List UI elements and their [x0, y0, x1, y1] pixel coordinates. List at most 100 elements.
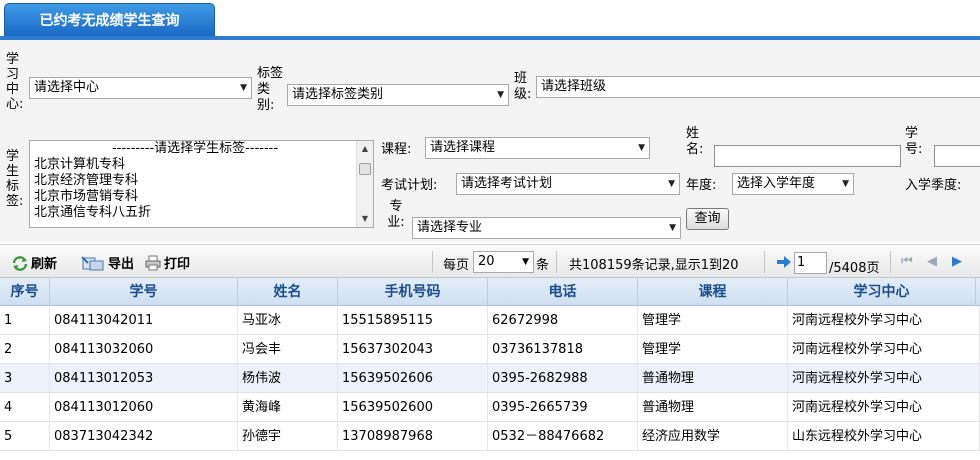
toolbar-divider: [432, 251, 433, 273]
column-header-mobile[interactable]: 手机号码: [338, 278, 488, 306]
cell-student-no: 084113012053: [50, 364, 238, 393]
scroll-thumb[interactable]: [359, 163, 371, 175]
cell-student-no: 084113042011: [50, 306, 238, 335]
cell-index: 1: [0, 306, 50, 335]
first-page-icon[interactable]: ⏮: [901, 254, 913, 269]
student-tag-option[interactable]: 北京通信专科八五折: [30, 205, 373, 221]
cell-mobile: 15639502600: [338, 393, 488, 422]
cell-course: 普通物理: [638, 364, 788, 393]
scroll-up-icon[interactable]: ▲: [357, 142, 373, 156]
table-row[interactable]: 5 083713042342 孙德宇 13708987968 0532－8847…: [0, 422, 980, 451]
cell-mobile: 15639502606: [338, 364, 488, 393]
cell-phone: 0395-2682988: [488, 364, 638, 393]
cell-name: 马亚冰: [238, 306, 338, 335]
cell-center: 河南远程校外学习中心: [788, 306, 980, 335]
table-row[interactable]: 2 084113032060 冯会丰 15637302043 037361378…: [0, 335, 980, 364]
cell-mobile: 13708987968: [338, 422, 488, 451]
refresh-button[interactable]: 刷新: [11, 253, 57, 272]
print-label: 打印: [164, 257, 191, 272]
cell-phone: 0395-2665739: [488, 393, 638, 422]
query-button[interactable]: 查询: [686, 208, 729, 230]
printer-icon: [145, 255, 161, 270]
cell-phone: 0532－88476682: [488, 422, 638, 451]
listbox-scrollbar[interactable]: ▲ ▼: [356, 141, 373, 227]
prev-page-icon[interactable]: ◀: [927, 254, 937, 269]
next-page-icon[interactable]: ▶: [952, 254, 962, 269]
cell-center: 河南远程校外学习中心: [788, 364, 980, 393]
column-header-phone[interactable]: 电话: [488, 278, 638, 306]
cell-course: 管理学: [638, 306, 788, 335]
chevron-down-icon: ▼: [522, 257, 529, 267]
center-select-value: 请选择中心: [34, 80, 100, 95]
exam-plan-select[interactable]: 请选择考试计划 ▼: [456, 173, 680, 195]
column-header-name[interactable]: 姓名: [238, 278, 338, 306]
export-button[interactable]: 导出: [80, 253, 134, 272]
exam-plan-select-value: 请选择考试计划: [461, 176, 553, 191]
chevron-down-icon: ▼: [842, 179, 849, 189]
cell-index: 3: [0, 364, 50, 393]
tab-exam-no-score-query[interactable]: 已约考无成绩学生查询: [4, 3, 215, 36]
refresh-label: 刷新: [31, 257, 58, 272]
refresh-icon: [12, 255, 28, 271]
cell-center: 山东远程校外学习中心: [788, 422, 980, 451]
cell-index: 5: [0, 422, 50, 451]
class-label: 班级:: [514, 71, 532, 102]
cell-center: 河南远程校外学习中心: [788, 393, 980, 422]
chevron-down-icon: ▼: [240, 83, 247, 93]
page-input[interactable]: 1: [794, 252, 827, 274]
table-row[interactable]: 3 084113012053 杨伟波 15639502606 0395-2682…: [0, 364, 980, 393]
tag-type-select[interactable]: 请选择标签类别 ▼: [287, 84, 509, 106]
column-header-course[interactable]: 课程: [638, 278, 788, 306]
cell-index: 2: [0, 335, 50, 364]
student-tag-option[interactable]: ---------请选择学生标签-------: [30, 141, 373, 157]
cell-name: 黄海峰: [238, 393, 338, 422]
tab-bar: 已约考无成绩学生查询: [0, 0, 980, 40]
student-tag-listbox[interactable]: ---------请选择学生标签------- 北京计算机专科 北京经济管理专科…: [29, 140, 374, 228]
grid-toolbar: 刷新 导出 打印 每页 20 ▼ 条 共108159条记录,显示1到20 1 /…: [0, 244, 980, 278]
course-label: 课程:: [381, 142, 412, 157]
go-page-icon[interactable]: [776, 255, 792, 269]
name-field[interactable]: [714, 145, 901, 167]
class-select-value: 请选择班级: [541, 79, 607, 94]
class-select[interactable]: 请选择班级: [536, 76, 980, 98]
course-select[interactable]: 请选择课程 ▼: [425, 137, 650, 159]
per-page-select[interactable]: 20 ▼: [473, 251, 534, 273]
scroll-down-icon[interactable]: ▼: [357, 212, 373, 226]
cell-mobile: 15637302043: [338, 335, 488, 364]
cell-student-no: 084113032060: [50, 335, 238, 364]
cell-index: 4: [0, 393, 50, 422]
per-page-label: 每页: [443, 258, 470, 273]
chevron-down-icon: ▼: [497, 90, 504, 100]
center-select[interactable]: 请选择中心 ▼: [29, 77, 252, 99]
student-tag-option[interactable]: 北京经济管理专科: [30, 173, 373, 189]
exam-plan-label: 考试计划:: [381, 178, 438, 193]
cell-course: 普通物理: [638, 393, 788, 422]
toolbar-divider: [764, 251, 765, 273]
export-icon: [81, 255, 104, 270]
cell-student-no: 084113012060: [50, 393, 238, 422]
major-label: 专业:: [387, 199, 405, 230]
toolbar-divider: [556, 251, 557, 273]
major-select[interactable]: 请选择专业 ▼: [412, 217, 681, 239]
year-select[interactable]: 选择入学年度 ▼: [732, 173, 854, 195]
season-label: 入学季度:: [905, 178, 962, 193]
cell-mobile: 15515895115: [338, 306, 488, 335]
chevron-down-icon: ▼: [669, 223, 676, 233]
print-button[interactable]: 打印: [144, 253, 190, 272]
student-no-field[interactable]: [934, 145, 980, 167]
column-header-student-no[interactable]: 学号: [50, 278, 238, 306]
table-row[interactable]: 1 084113042011 马亚冰 15515895115 62672998 …: [0, 306, 980, 335]
table-row[interactable]: 4 084113012060 黄海峰 15639502600 0395-2665…: [0, 393, 980, 422]
student-tag-option[interactable]: 北京市场营销专科: [30, 189, 373, 205]
course-select-value: 请选择课程: [430, 140, 496, 155]
cell-course: 经济应用数学: [638, 422, 788, 451]
student-tag-option[interactable]: 北京计算机专科: [30, 157, 373, 173]
column-header-index[interactable]: 序号: [0, 278, 50, 306]
cell-name: 冯会丰: [238, 335, 338, 364]
name-label: 姓名:: [686, 126, 704, 157]
cell-name: 孙德宇: [238, 422, 338, 451]
student-no-label: 学号:: [905, 126, 923, 157]
record-summary: 共108159条记录,显示1到20: [569, 258, 739, 273]
tag-type-select-value: 请选择标签类别: [292, 87, 384, 102]
column-header-center[interactable]: 学习中心: [788, 278, 976, 306]
